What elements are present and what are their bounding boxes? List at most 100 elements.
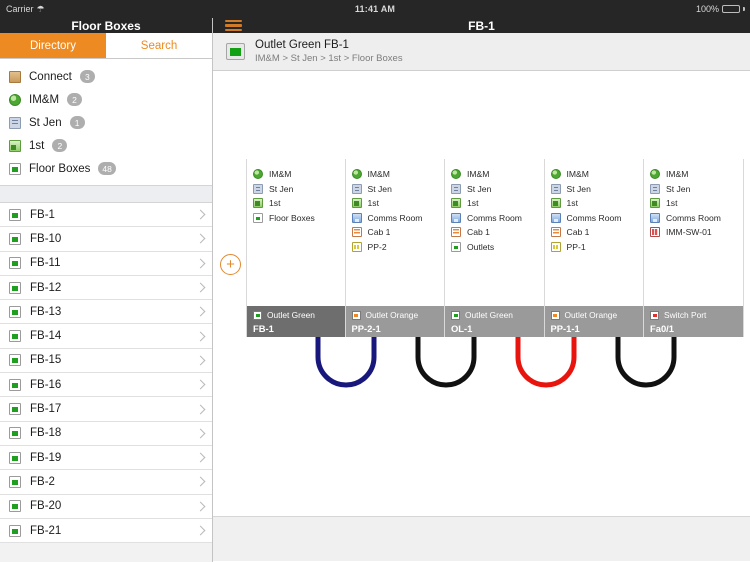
list-item[interactable]: FB-15 xyxy=(0,349,212,374)
card-footer-type: Outlet Orange xyxy=(365,310,419,320)
list-item[interactable]: FB-12 xyxy=(0,276,212,301)
card-path-item[interactable]: 1st xyxy=(253,198,345,208)
list-item[interactable]: FB-21 xyxy=(0,519,212,544)
main-panel-title: FB-1 xyxy=(468,18,495,33)
tab-directory[interactable]: Directory xyxy=(0,33,106,58)
card-path-item[interactable]: St Jen xyxy=(253,183,345,194)
card-path-item[interactable]: PP-1 xyxy=(550,241,644,252)
chevron-right-icon xyxy=(195,282,206,293)
card-path-label: IM&M xyxy=(566,169,589,179)
left-panel-title: Floor Boxes xyxy=(0,18,212,33)
building-icon xyxy=(650,183,660,194)
card-path-item[interactable]: IM&M xyxy=(650,169,743,179)
list-item-label: FB-20 xyxy=(30,500,62,513)
building-icon xyxy=(9,116,21,129)
list-item-label: FB-1 xyxy=(30,208,55,221)
card-path-item[interactable]: Comms Room xyxy=(451,212,544,223)
add-button[interactable]: + xyxy=(220,254,241,275)
list-item[interactable]: FB-13 xyxy=(0,300,212,325)
card-path-label: 1st xyxy=(666,198,678,208)
card-path-item[interactable]: Comms Room xyxy=(550,212,644,223)
count-badge: 2 xyxy=(67,93,83,106)
card-path-item[interactable]: Comms Room xyxy=(650,212,743,223)
card-footer-name: OL-1 xyxy=(451,323,473,334)
floor-icon xyxy=(451,198,461,208)
chevron-right-icon xyxy=(195,428,206,439)
list-item[interactable]: FB-17 xyxy=(0,397,212,422)
card-path-item[interactable]: Outlets xyxy=(451,241,544,252)
chevron-right-icon xyxy=(195,258,206,269)
card-path-item[interactable]: 1st xyxy=(451,198,544,208)
tab-search[interactable]: Search xyxy=(106,33,212,58)
list-item[interactable]: FB-18 xyxy=(0,422,212,446)
card-path-item[interactable]: Cab 1 xyxy=(550,227,644,237)
card-path-label: Cab 1 xyxy=(367,227,391,237)
card-footer-type: Outlet Green xyxy=(267,310,315,320)
card-path-list: IM&M St Jen 1st Comms Room IMM-SW-01 xyxy=(644,159,743,306)
list-item-label: FB-17 xyxy=(30,403,62,416)
battery-icon xyxy=(722,5,740,13)
card-footer[interactable]: Outlet Orange PP-2-1 xyxy=(345,306,444,337)
card-path-item[interactable]: IMM-SW-01 xyxy=(650,227,743,237)
card-path-item[interactable]: PP-2 xyxy=(351,241,445,252)
card-path-item[interactable]: Comms Room xyxy=(351,212,445,223)
green-outlet-icon xyxy=(451,241,461,252)
list-item[interactable]: FB-10 xyxy=(0,227,212,252)
card-path-item[interactable]: IM&M xyxy=(550,169,644,179)
building-icon xyxy=(451,183,461,194)
card-path-item[interactable]: 1st xyxy=(650,198,743,208)
green-outlet-icon xyxy=(9,378,21,391)
cable-arc xyxy=(615,337,677,388)
breadcrumb-item-im-m[interactable]: IM&M 2 xyxy=(0,88,212,111)
card-path-item[interactable]: 1st xyxy=(351,198,445,208)
patch-panel-icon xyxy=(550,241,561,252)
list-item-label: FB-19 xyxy=(30,451,62,464)
card-footer[interactable]: Outlet Green FB-1 xyxy=(247,306,345,337)
card-path-item[interactable]: St Jen xyxy=(451,183,544,194)
card-footer[interactable]: Outlet Green OL-1 xyxy=(445,306,544,337)
breadcrumb-item-connect[interactable]: Connect 3 xyxy=(0,65,212,88)
list-item-label: FB-18 xyxy=(30,427,62,440)
list-item[interactable]: FB-14 xyxy=(0,324,212,349)
card-path-item[interactable]: Cab 1 xyxy=(451,227,544,237)
card-path-label: 1st xyxy=(467,198,479,208)
connection-card[interactable]: IM&M St Jen 1st Comms Room Cab 1 Outlets Outle… xyxy=(445,159,545,337)
card-path-item[interactable]: St Jen xyxy=(351,183,445,194)
orange-outlet-icon xyxy=(550,310,560,320)
card-path-item[interactable]: Cab 1 xyxy=(351,227,445,237)
card-path-item[interactable]: IM&M xyxy=(451,169,544,179)
list-item[interactable]: FB-16 xyxy=(0,373,212,398)
connection-card[interactable]: IM&M St Jen 1st Comms Room Cab 1 PP-1 Outlet O… xyxy=(544,159,644,337)
breadcrumb-item-1st[interactable]: 1st 2 xyxy=(0,134,212,157)
card-footer[interactable]: Switch Port Fa0/1 xyxy=(644,306,743,337)
building-icon xyxy=(550,183,561,194)
card-path-item[interactable]: 1st xyxy=(550,198,644,208)
connection-card[interactable]: IM&M St Jen 1st Comms Room IMM-SW-01 Switch P… xyxy=(644,159,744,337)
card-path-item[interactable]: Floor Boxes xyxy=(253,212,345,223)
cable-arcs xyxy=(315,337,677,388)
breadcrumb-item-floor-boxes[interactable]: Floor Boxes 48 xyxy=(0,157,212,180)
card-path-item[interactable]: IM&M xyxy=(253,169,345,179)
cable-arc xyxy=(515,337,577,388)
list-item[interactable]: FB-19 xyxy=(0,446,212,471)
list-item-label: FB-12 xyxy=(30,281,62,294)
list-item[interactable]: FB-20 xyxy=(0,495,212,519)
list-item[interactable]: FB-1 xyxy=(0,203,212,228)
card-path-item[interactable]: IM&M xyxy=(351,169,445,179)
hamburger-icon[interactable] xyxy=(225,19,242,32)
card-path-label: IM&M xyxy=(666,169,689,179)
connection-card[interactable]: IM&M St Jen 1st Comms Room Cab 1 PP-2 Outlet O… xyxy=(345,159,445,337)
count-badge: 2 xyxy=(52,139,68,152)
list-item[interactable]: FB-11 xyxy=(0,252,212,276)
left-panel: Floor Boxes Directory Search Connect 3 IM&M… xyxy=(0,18,213,562)
card-path-label: Floor Boxes xyxy=(269,212,315,223)
list-item[interactable]: FB-2 xyxy=(0,470,212,495)
connection-card[interactable]: IM&M St Jen 1st Floor Boxes Outlet Green FB-1 xyxy=(246,159,346,337)
card-footer[interactable]: Outlet Orange PP-1-1 xyxy=(544,306,643,337)
breadcrumb-item-st-jen[interactable]: St Jen 1 xyxy=(0,111,212,134)
card-path-item[interactable]: St Jen xyxy=(650,183,743,194)
globe-icon xyxy=(550,169,561,179)
cabinet-icon xyxy=(550,227,561,237)
card-path-item[interactable]: St Jen xyxy=(550,183,644,194)
floor-icon xyxy=(650,198,660,208)
